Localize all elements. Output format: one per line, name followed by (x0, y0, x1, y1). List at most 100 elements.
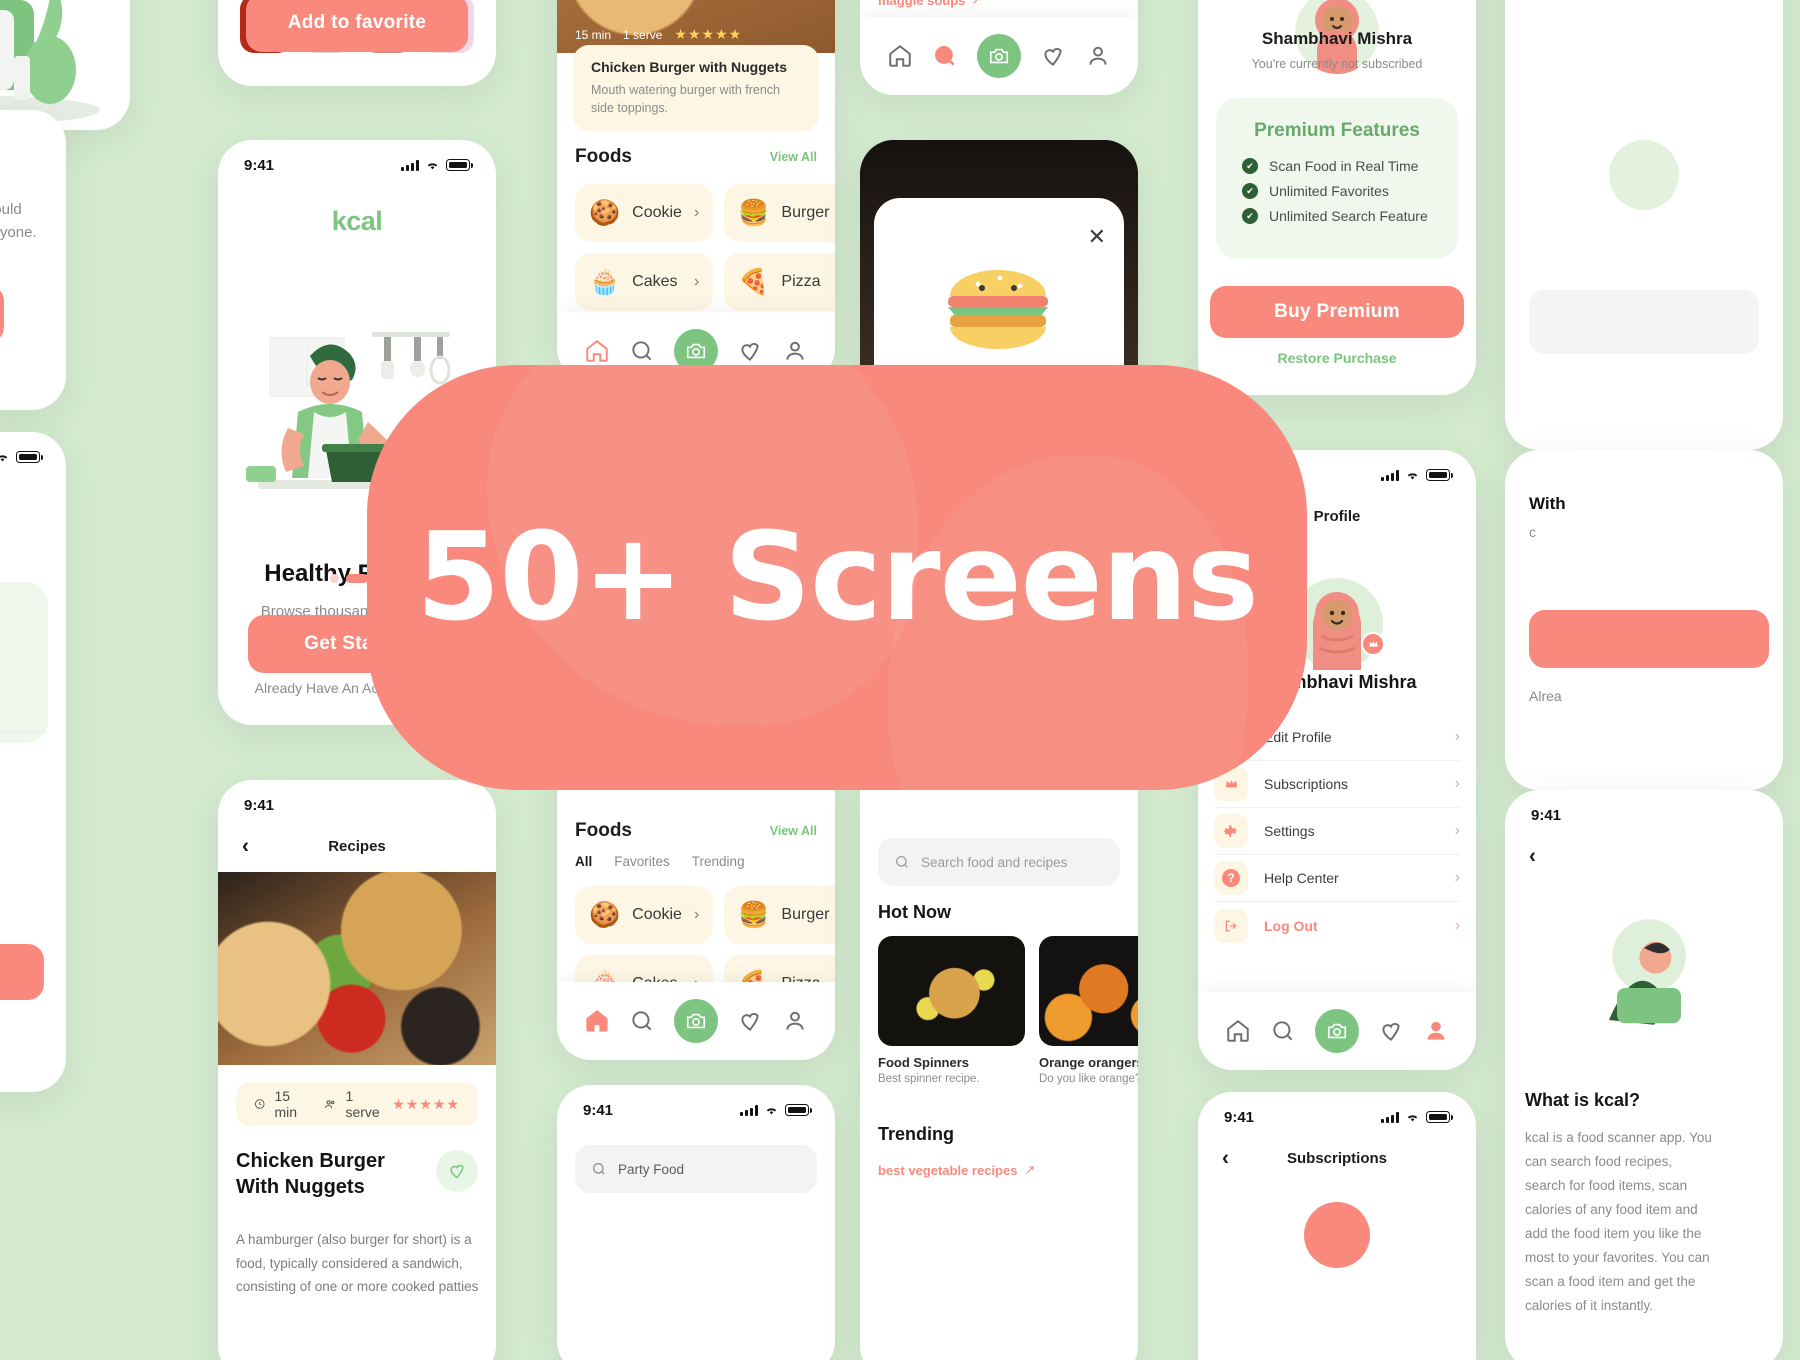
search-input-placeholder[interactable]: Search food and recipes (921, 855, 1067, 870)
featured-description: Mouth watering burger with french side t… (591, 83, 780, 116)
plan-option-yearly[interactable]: $49.99/year For 1 Month Save 25% (0, 857, 48, 894)
recipe-rating: ★★★★★ (392, 1095, 460, 1112)
plan-price: $7.99/month (0, 794, 48, 812)
hot-now-image (1039, 936, 1138, 1046)
home-icon[interactable] (584, 338, 610, 364)
tab-bar[interactable] (557, 982, 835, 1060)
category-label: Burger (781, 204, 830, 221)
hot-now-card[interactable]: Orange orangers Do you like orange? (1039, 936, 1138, 1085)
category-chip-cookie[interactable]: 🍪 Cookie › (575, 184, 714, 242)
tab-bar[interactable] (860, 17, 1138, 95)
search-icon[interactable] (1270, 1018, 1296, 1044)
chevron-right-icon: › (1454, 916, 1460, 934)
subscribe-button[interactable]: Subscribe (0, 944, 44, 1000)
battery-icon (785, 1104, 812, 1116)
camera-icon (1327, 1023, 1347, 1039)
dot-active[interactable] (346, 574, 368, 583)
cookie-icon: 🍪 (589, 198, 621, 227)
cookie-icon: 🍪 (589, 900, 621, 929)
restore-purchase-link[interactable]: Restore Purchase (1198, 350, 1476, 366)
faq-illustration (1609, 919, 1686, 1025)
profile-user-name: Shambhavi Mishra (1261, 29, 1413, 48)
recent-search-tag[interactable]: maggie soups (878, 0, 965, 8)
premium-features-title: Premium Features (0, 604, 22, 626)
hot-now-title: Hot Now (878, 902, 951, 922)
signal-icon (1381, 1111, 1399, 1123)
scan-tab-button[interactable] (673, 999, 718, 1043)
close-icon[interactable]: ✕ (1088, 226, 1106, 248)
category-chip-burger[interactable]: 🍔 Burger › (724, 886, 835, 944)
hot-now-card[interactable]: Food Spinners Best spinner recipe. (878, 936, 1025, 1085)
category-chip-pizza[interactable]: 🍕 Pizza › (724, 253, 835, 311)
foods-view-all-link[interactable]: View All (770, 824, 817, 838)
category-chip-cookie[interactable]: 🍪 Cookie › (575, 886, 714, 944)
add-to-favorite-button[interactable]: Add to favorite (246, 0, 468, 52)
recipe-serves: 1 serve (345, 1088, 380, 1120)
category-chip-cakes[interactable]: 🧁 Cakes › (575, 253, 714, 311)
home-icon[interactable] (584, 1008, 610, 1034)
premium-features-card: Premium Features ✔ Scan Food in Real Tim… (1216, 98, 1458, 259)
phone-ingredients: Ingredients Add to favorite (218, 0, 496, 86)
home-icon[interactable] (1225, 1018, 1251, 1044)
heart-icon[interactable] (1040, 43, 1066, 69)
category-label: Cakes (632, 273, 678, 290)
onboarding-body: Maintaining good health should be the pr… (0, 198, 48, 245)
premium-feature-item: ✔ Unlimited Search Feature (0, 692, 22, 708)
heart-icon[interactable] (737, 338, 763, 364)
burger-icon: 🍔 (738, 900, 770, 929)
search-icon[interactable] (629, 338, 655, 364)
menu-item-label: Log Out (1264, 917, 1318, 934)
phone-search-hotnow: Search food and recipes Hot Now Food Spi… (860, 760, 1138, 1360)
favorite-button[interactable] (436, 1150, 478, 1192)
wifi-icon (427, 162, 438, 169)
tab-favorites[interactable]: Favorites (614, 854, 670, 869)
trending-tag[interactable]: best vegetable recipes (878, 1163, 1017, 1178)
tab-trending[interactable]: Trending (692, 854, 745, 869)
user-icon[interactable] (1423, 1018, 1449, 1044)
scan-tab-button[interactable] (1314, 1009, 1359, 1053)
tab-all[interactable]: All (575, 854, 592, 869)
nav-title: Profile (1313, 507, 1361, 525)
back-button[interactable]: ‹ (1529, 846, 1536, 867)
category-label: Cookie (632, 906, 682, 923)
heart-icon[interactable] (1378, 1018, 1404, 1044)
menu-item-help-center[interactable]: ? Help Center › (1214, 855, 1460, 902)
user-icon[interactable] (1085, 43, 1111, 69)
wifi-icon (1407, 1114, 1418, 1121)
user-icon[interactable] (782, 338, 808, 364)
plan-option-monthly[interactable]: $7.99/month For 7 Days Only (0, 794, 48, 831)
menu-item-log-out[interactable]: Log Out › (1214, 902, 1460, 949)
search-icon[interactable] (629, 1008, 655, 1034)
chevron-right-icon: › (1454, 869, 1460, 886)
user-icon[interactable] (782, 1008, 808, 1034)
edge-cta-button[interactable] (1529, 610, 1769, 668)
faq-title: What is kcal? (1525, 1090, 1641, 1110)
phone-onboarding-eat-healthy: Eat Healthy Maintaining good health shou… (0, 110, 66, 410)
home-icon[interactable] (887, 43, 913, 69)
heart-icon[interactable] (737, 1008, 763, 1034)
get-started-button[interactable]: Get Started (0, 285, 4, 343)
faq-body-line: add the food item you like the (1525, 1226, 1702, 1242)
tab-bar[interactable] (1198, 992, 1476, 1070)
menu-item-label: Settings (1264, 823, 1315, 839)
status-bar: 9:41 (0, 432, 66, 472)
search-icon[interactable] (932, 43, 958, 69)
foods-view-all-link[interactable]: View All (770, 150, 817, 164)
category-chip-burger[interactable]: 🍔 Burger › (724, 184, 835, 242)
check-icon: ✔ (1242, 208, 1258, 224)
phone-party-food-search: 9:41 Party Food (557, 1085, 835, 1360)
buy-premium-button[interactable]: Buy Premium (1210, 286, 1464, 338)
trend-arrow-icon: ↗ (971, 0, 982, 8)
crown-badge-icon (1361, 632, 1385, 656)
featured-serves: 1 serve (623, 27, 663, 42)
back-button[interactable]: ‹ (242, 836, 249, 857)
menu-item-settings[interactable]: Settings › (1214, 808, 1460, 855)
back-button[interactable]: ‹ (1222, 1148, 1229, 1169)
search-bar[interactable]: Party Food (575, 1145, 817, 1193)
phone-recipe-detail: 9:41 ‹ Recipes 15 min 1 serve ★★★★★ Chic… (218, 780, 496, 1360)
dot[interactable] (330, 574, 339, 583)
scan-tab-button[interactable] (976, 34, 1021, 78)
search-input[interactable]: Party Food (618, 1162, 684, 1177)
search-bar[interactable]: Search food and recipes (878, 838, 1120, 886)
hot-now-subtitle: Do you like orange? (1039, 1073, 1138, 1085)
